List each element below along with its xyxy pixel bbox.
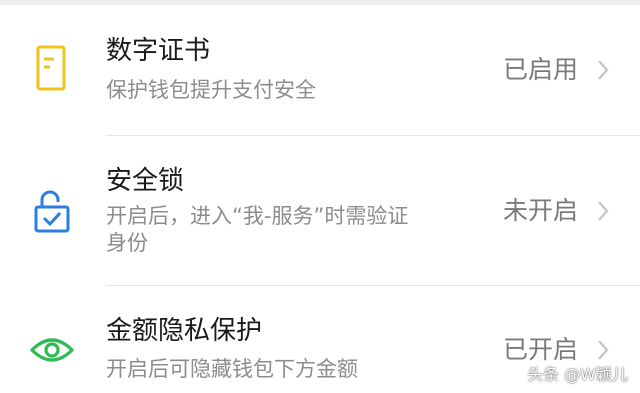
watermark: 头条 @W颖儿 <box>527 365 628 384</box>
row-description: 保护钱包提升支付安全 <box>106 78 316 102</box>
eye-icon <box>28 326 76 374</box>
status-label: 未开启 <box>502 196 578 225</box>
row-title: 数字证书 <box>106 36 211 66</box>
settings-row-digital-certificate[interactable]: 数字证书 保护钱包提升支付安全 已启用 <box>0 0 640 136</box>
row-description: 开启后，进入“我-服务”时需验证 <box>106 204 409 228</box>
row-description-continued: 身份 <box>106 231 148 255</box>
chevron-right-icon <box>596 339 610 361</box>
row-description: 开启后可隐藏钱包下方金额 <box>106 357 358 381</box>
chevron-right-icon <box>596 200 610 222</box>
lock-icon <box>28 186 76 234</box>
certificate-icon <box>28 44 76 92</box>
settings-row-security-lock[interactable]: 安全锁 开启后，进入“我-服务”时需验证 身份 未开启 <box>0 136 640 285</box>
row-title: 安全锁 <box>106 166 185 196</box>
chevron-right-icon <box>596 59 610 81</box>
security-settings-page: 数字证书 保护钱包提升支付安全 已启用 安全锁 开启后，进入“我-服务”时需验证… <box>0 0 640 393</box>
status-label: 已启用 <box>502 55 578 84</box>
row-title: 金额隐私保护 <box>106 316 263 346</box>
